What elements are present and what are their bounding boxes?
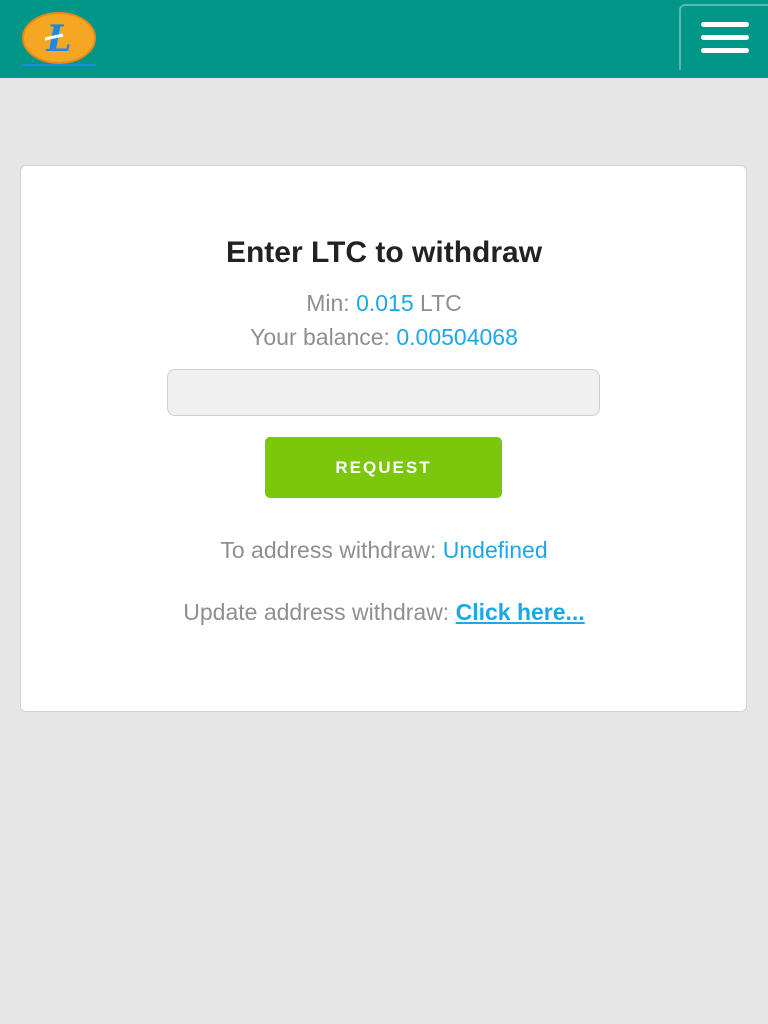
to-address-label: To address withdraw: <box>220 537 437 563</box>
min-unit: LTC <box>420 290 462 316</box>
top-bar: L <box>0 0 768 78</box>
request-button[interactable]: REQUEST <box>265 437 502 498</box>
litecoin-logo-icon[interactable]: L <box>19 10 99 68</box>
update-address-label: Update address withdraw: <box>183 599 450 625</box>
menu-bar <box>701 35 749 40</box>
balance-label: Your balance: <box>250 324 390 350</box>
update-address-line: Update address withdraw: Click here... <box>0 599 768 626</box>
balance-line: Your balance: 0.00504068 <box>0 324 768 351</box>
hamburger-menu-icon[interactable] <box>679 4 768 70</box>
menu-bar <box>701 48 749 53</box>
to-address-value: Undefined <box>442 537 548 563</box>
update-address-link[interactable]: Click here... <box>456 599 585 625</box>
menu-bar <box>701 22 749 27</box>
to-address-line: To address withdraw: Undefined <box>0 537 768 564</box>
min-value: 0.015 <box>356 290 414 316</box>
balance-value: 0.00504068 <box>396 324 518 350</box>
withdraw-amount-input[interactable] <box>167 369 600 416</box>
withdraw-title: Enter LTC to withdraw <box>225 236 543 269</box>
minimum-amount-line: Min: 0.015 LTC <box>0 290 768 317</box>
min-label: Min: <box>306 290 350 316</box>
